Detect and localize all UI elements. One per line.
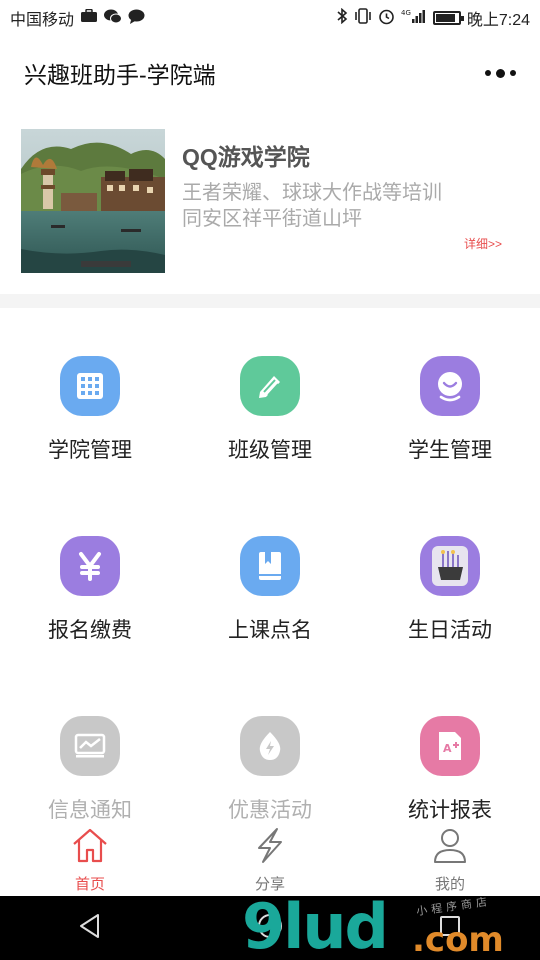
college-photo	[21, 129, 165, 273]
menu-item-label: 班级管理	[228, 439, 312, 462]
menu-item-college-management[interactable]: 学院管理	[0, 308, 180, 488]
more-dot-icon	[485, 70, 491, 76]
menu-item-birthday-event[interactable]: 生日活动	[360, 488, 540, 668]
vibrate-icon	[354, 8, 372, 28]
grid-icon	[60, 356, 120, 416]
menu-item-label: 报名缴费	[48, 619, 132, 642]
tab-home[interactable]: 首页	[0, 822, 180, 896]
college-address: 同安区祥平街道山坪	[182, 208, 362, 230]
menu-item-class-management[interactable]: 班级管理	[180, 308, 360, 488]
menu-item-label: 学生管理	[408, 439, 492, 462]
back-triangle-icon	[78, 913, 102, 944]
battery-level	[435, 14, 455, 22]
report-icon: A	[420, 716, 480, 776]
book-icon	[240, 536, 300, 596]
more-dot-icon	[496, 68, 505, 78]
tab-label: 首页	[74, 876, 105, 893]
battery-icon	[432, 11, 464, 25]
bluetooth-icon	[337, 7, 348, 28]
tab-share[interactable]: 分享	[180, 822, 360, 896]
message-icon	[128, 9, 145, 28]
user-icon	[430, 826, 470, 869]
alarm-icon	[378, 8, 395, 29]
menu-item-label: 优惠活动	[228, 799, 312, 822]
tab-label: 我的	[434, 876, 465, 893]
tab-label: 分享	[254, 876, 285, 893]
status-bar-right: 4G 晚上7:24	[337, 6, 530, 30]
svg-text:4G: 4G	[401, 9, 411, 17]
college-description: 王者荣耀、球球大作战等培训	[182, 182, 442, 204]
recents-button[interactable]	[430, 908, 470, 948]
menu-item-label: 统计报表	[408, 799, 492, 822]
yen-icon	[60, 536, 120, 596]
clock-label: 晚上7:24	[466, 12, 530, 29]
college-name: QQ游戏学院	[182, 144, 310, 170]
menu-item-promotion[interactable]: 优惠活动	[180, 668, 360, 848]
birthday-cake-icon	[420, 536, 480, 596]
android-nav-bar	[0, 896, 540, 960]
home-circle-icon	[257, 913, 283, 944]
menu-item-student-management[interactable]: 学生管理	[360, 308, 540, 488]
menu-item-roll-call[interactable]: 上课点名	[180, 488, 360, 668]
college-info: 王者荣耀、球球大作战等培训 同安区祥平街道山坪	[182, 180, 442, 232]
recents-square-icon	[438, 914, 462, 943]
more-menu-button[interactable]	[485, 68, 516, 78]
menu-item-report[interactable]: A 统计报表	[360, 668, 540, 848]
flash-icon	[250, 826, 290, 869]
menu-item-label: 上课点名	[228, 619, 312, 642]
status-bar-left: 中国移动	[10, 6, 145, 30]
menu-item-notification[interactable]: 信息通知	[0, 668, 180, 848]
menu-item-label: 学院管理	[48, 439, 132, 462]
wechat-icon	[104, 9, 123, 28]
menu-item-enrollment-payment[interactable]: 报名缴费	[0, 488, 180, 668]
signal-icon: 4G	[401, 8, 427, 28]
menu-item-label: 生日活动	[408, 619, 492, 642]
menu-item-label: 信息通知	[48, 799, 132, 822]
edit-icon	[240, 356, 300, 416]
tab-bar: 首页 分享 我的	[0, 822, 540, 896]
status-bar: 中国移动 4G 晚上7:24	[0, 0, 540, 36]
home-button[interactable]	[250, 908, 290, 948]
carrier-label: 中国移动	[10, 12, 75, 29]
navbar: 兴趣班助手-学院端	[0, 40, 540, 106]
section-divider	[0, 294, 540, 308]
svg-text:A: A	[443, 742, 452, 755]
briefcase-icon	[80, 8, 98, 27]
back-button[interactable]	[70, 908, 110, 948]
student-icon	[420, 356, 480, 416]
flash-icon	[240, 716, 300, 776]
tab-mine[interactable]: 我的	[360, 822, 540, 896]
notice-icon	[60, 716, 120, 776]
page-title: 兴趣班助手-学院端	[24, 62, 216, 88]
college-card[interactable]: QQ游戏学院 王者荣耀、球球大作战等培训 同安区祥平街道山坪 详细>>	[0, 118, 540, 294]
detail-link[interactable]: 详细>>	[464, 235, 502, 252]
home-icon	[70, 826, 110, 869]
more-dot-icon	[510, 70, 516, 76]
